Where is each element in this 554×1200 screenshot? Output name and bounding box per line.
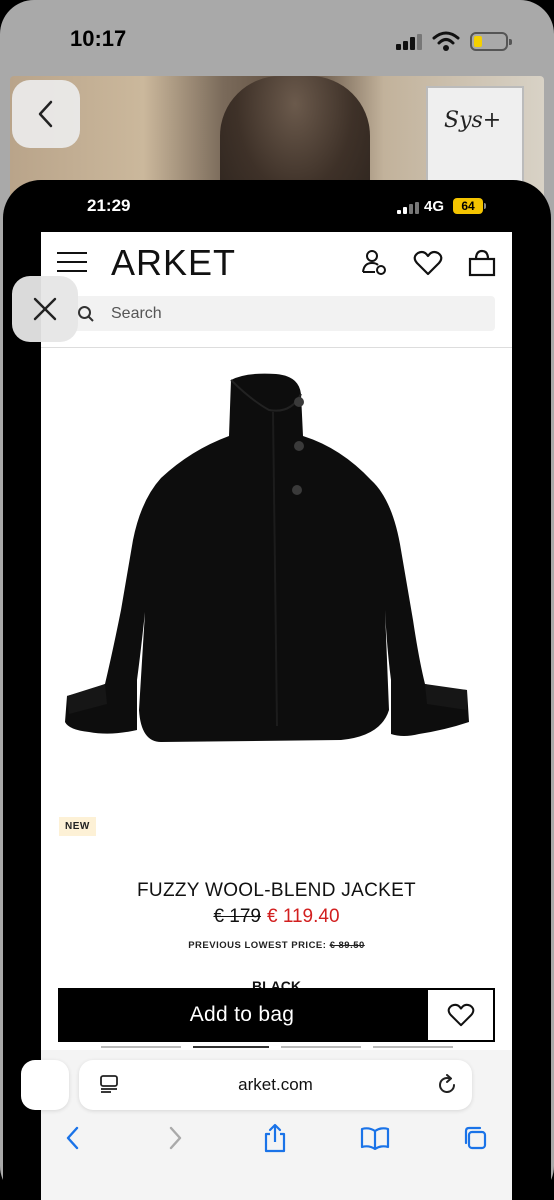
address-bar[interactable]: arket.com [79, 1060, 472, 1110]
product-image[interactable] [41, 350, 512, 790]
account-settings-icon[interactable] [359, 248, 389, 278]
prev-lowest-value: € 89.50 [329, 940, 365, 951]
share-button[interactable] [259, 1122, 291, 1154]
share-icon [264, 1123, 286, 1153]
reload-icon[interactable] [436, 1074, 458, 1096]
browser-forward-button[interactable] [159, 1122, 191, 1154]
network-type: 4G [424, 198, 445, 215]
browser-back-button[interactable] [57, 1122, 89, 1154]
battery-icon [470, 32, 512, 51]
url-text: arket.com [238, 1075, 313, 1094]
battery-level: 64 [453, 198, 483, 214]
web-page: ARKET Search NEW FUZZY WOOL-BLEND JACKET… [41, 232, 512, 1050]
wifi-icon [432, 31, 460, 51]
bookmarks-button[interactable] [359, 1122, 391, 1154]
search-placeholder: Search [111, 305, 162, 322]
sale-price: € 119.40 [266, 906, 340, 927]
site-header: ARKET Search [41, 232, 512, 348]
cellular-signal-icon [397, 202, 419, 214]
close-icon [33, 297, 57, 321]
wishlist-button[interactable] [426, 988, 495, 1042]
outer-status-bar: 10:17 [0, 0, 554, 76]
previous-tab-pill[interactable] [21, 1060, 69, 1110]
cellular-signal-icon [396, 34, 422, 50]
chevron-left-icon [66, 1126, 79, 1150]
product-title: FUZZY WOOL-BLEND JACKET [137, 880, 416, 901]
back-button[interactable] [12, 80, 80, 148]
chevron-right-icon [169, 1126, 182, 1150]
search-input[interactable]: Search [67, 296, 495, 331]
hamburger-icon[interactable] [57, 248, 87, 276]
original-price: € 179 [213, 906, 261, 927]
close-button[interactable] [12, 276, 78, 342]
search-icon [78, 306, 94, 322]
inner-clock: 21:29 [87, 196, 131, 215]
tabs-icon [464, 1126, 487, 1150]
book-icon [360, 1127, 390, 1150]
site-logo[interactable]: ARKET [111, 242, 236, 284]
heart-icon[interactable] [413, 248, 443, 278]
chevron-left-icon [38, 100, 53, 128]
sign-text: Sys+ [444, 108, 502, 133]
new-badge: NEW [59, 817, 96, 836]
add-to-bag-button[interactable]: Add to bag [58, 988, 426, 1042]
price-row: € 179 € 119.40 [41, 906, 512, 928]
heart-icon [447, 1003, 474, 1027]
prev-lowest-label: PREVIOUS LOWEST PRICE: [188, 940, 327, 951]
tabs-button[interactable] [459, 1122, 491, 1154]
shopping-bag-icon[interactable] [467, 248, 497, 278]
add-to-bag-bar: Add to bag [58, 988, 495, 1042]
outer-clock: 10:17 [70, 26, 127, 51]
previous-lowest-price: PREVIOUS LOWEST PRICE: € 89.50 [41, 940, 512, 951]
browser-toolbar: arket.com [21, 1050, 512, 1200]
battery-nub [484, 203, 486, 209]
